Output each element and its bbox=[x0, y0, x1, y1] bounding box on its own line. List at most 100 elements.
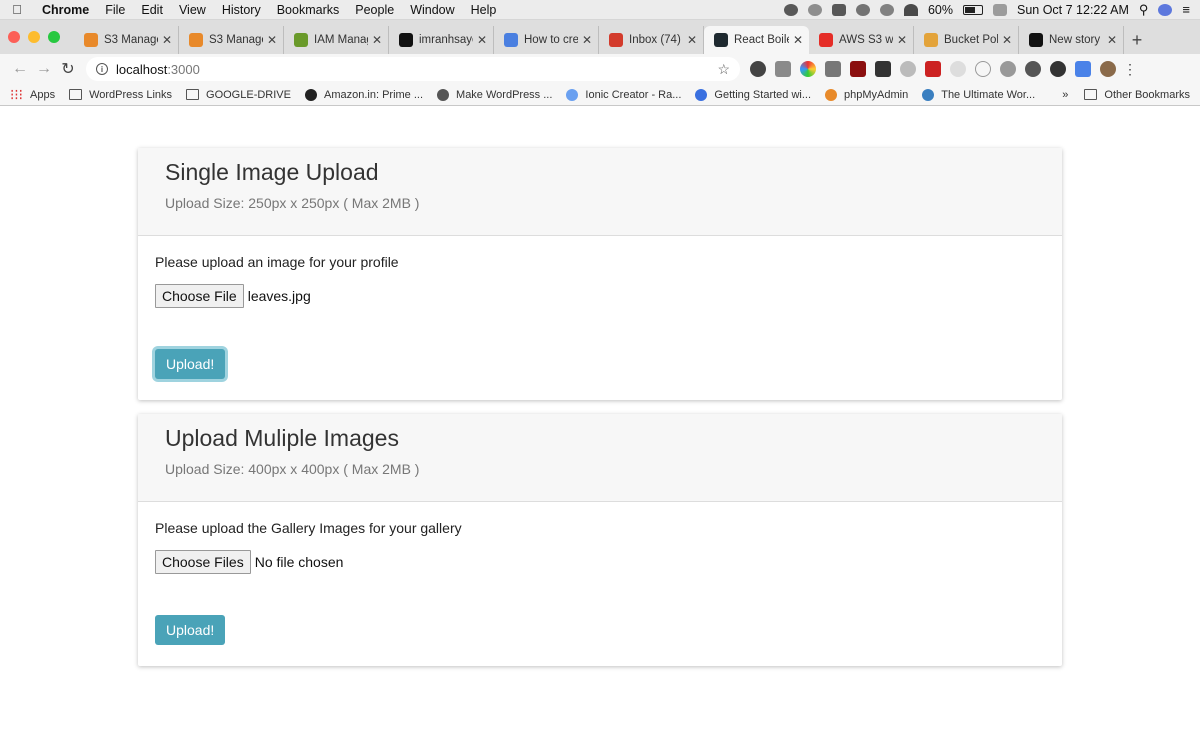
choose-file-button[interactable]: Choose File bbox=[155, 284, 244, 308]
extension-globe-icon[interactable] bbox=[1025, 61, 1041, 77]
tab-react[interactable]: React Boile ✕ bbox=[704, 26, 809, 54]
tab-label: S3 Manage bbox=[104, 34, 158, 46]
bookmark-item[interactable]: WordPress Links bbox=[69, 89, 172, 101]
other-bookmarks-label: Other Bookmarks bbox=[1104, 88, 1190, 101]
tab-aws-box[interactable]: S3 Manage ✕ bbox=[179, 26, 284, 54]
tab-label: S3 Manage bbox=[209, 34, 263, 46]
back-button[interactable]: ← bbox=[8, 57, 32, 81]
tab-close-icon[interactable]: ✕ bbox=[162, 33, 172, 47]
zoom-window-icon[interactable] bbox=[48, 31, 60, 43]
battery-icon[interactable] bbox=[963, 4, 983, 15]
tab-label: Bucket Pol bbox=[944, 34, 998, 46]
activity-icon[interactable] bbox=[855, 3, 870, 16]
tab-gmail[interactable]: Inbox (74) ✕ bbox=[599, 26, 704, 54]
new-tab-button[interactable]: + bbox=[1124, 26, 1150, 54]
tab-strip: S3 Manage ✕ S3 Manage ✕ IAM Manag ✕ imranhsaye… bbox=[0, 20, 1200, 54]
tab-medium[interactable]: New story ✕ bbox=[1019, 26, 1124, 54]
battery-fill bbox=[965, 6, 975, 13]
cloud-upload-icon[interactable] bbox=[831, 3, 846, 16]
menu-help[interactable]: Help bbox=[471, 3, 497, 17]
extension-pen-icon[interactable] bbox=[875, 61, 891, 77]
ublock-icon[interactable] bbox=[850, 61, 866, 77]
close-window-icon[interactable] bbox=[8, 31, 20, 43]
menu-history[interactable]: History bbox=[222, 3, 261, 17]
bookmark-item[interactable]: Ionic Creator - Ra... bbox=[566, 88, 681, 101]
multiple-upload-button[interactable]: Upload! bbox=[155, 615, 226, 645]
extension-colorwheel-icon[interactable] bbox=[800, 61, 816, 77]
bookmark-item[interactable]: Getting Started wi... bbox=[695, 88, 811, 101]
profile-avatar[interactable] bbox=[1100, 61, 1116, 77]
extension-refresh-icon[interactable] bbox=[1000, 61, 1016, 77]
extension-gear-icon[interactable] bbox=[750, 61, 766, 77]
bookmark-item[interactable]: The Ultimate Wor... bbox=[922, 88, 1035, 101]
bookmark-item[interactable]: Apps bbox=[10, 89, 55, 101]
tab-close-icon[interactable]: ✕ bbox=[582, 33, 592, 47]
menu-view[interactable]: View bbox=[179, 3, 206, 17]
apps-grid-icon bbox=[10, 89, 23, 100]
site-info-icon[interactable]: i bbox=[96, 63, 108, 75]
tab-close-icon[interactable]: ✕ bbox=[897, 33, 907, 47]
spotlight-search-icon[interactable]: ⚲ bbox=[1139, 2, 1149, 18]
tab-github[interactable]: imranhsaye ✕ bbox=[389, 26, 494, 54]
extension-upload-icon[interactable] bbox=[1050, 61, 1066, 77]
siri-icon[interactable] bbox=[1158, 3, 1173, 16]
tab-close-icon[interactable]: ✕ bbox=[1002, 33, 1012, 47]
wifi-icon[interactable] bbox=[903, 3, 918, 16]
clock[interactable]: Sun Oct 7 12:22 AM bbox=[1017, 3, 1129, 17]
browser-toolbar: ← → ↻ i localhost:3000 ☆ ⋮ bbox=[0, 54, 1200, 84]
skype-icon[interactable] bbox=[783, 3, 798, 16]
time-machine-icon[interactable] bbox=[879, 3, 894, 16]
bookmark-item[interactable]: phpMyAdmin bbox=[825, 88, 908, 101]
reload-button[interactable]: ↻ bbox=[56, 57, 80, 81]
tab-close-icon[interactable]: ✕ bbox=[793, 33, 803, 47]
tab-youtube[interactable]: AWS S3 wi ✕ bbox=[809, 26, 914, 54]
tab-close-icon[interactable]: ✕ bbox=[267, 33, 277, 47]
address-bar[interactable]: i localhost:3000 ☆ bbox=[86, 57, 740, 81]
forward-button[interactable]: → bbox=[32, 57, 56, 81]
bookmarks-right: » Other Bookmarks bbox=[1062, 89, 1190, 101]
minimize-window-icon[interactable] bbox=[28, 31, 40, 43]
tab-bucket[interactable]: Bucket Pol ✕ bbox=[914, 26, 1019, 54]
amazon-icon bbox=[304, 88, 317, 101]
notification-center-icon[interactable]: ≡ bbox=[1182, 2, 1190, 17]
google-translate-icon[interactable] bbox=[1075, 61, 1091, 77]
other-bookmarks[interactable]: Other Bookmarks bbox=[1084, 89, 1190, 101]
youtube-icon bbox=[819, 33, 833, 47]
menu-app-name[interactable]: Chrome bbox=[42, 3, 89, 17]
menu-window[interactable]: Window bbox=[410, 3, 454, 17]
extension-red-icon[interactable] bbox=[925, 61, 941, 77]
menu-people[interactable]: People bbox=[355, 3, 394, 17]
menu-edit[interactable]: Edit bbox=[141, 3, 163, 17]
extension-t-icon[interactable] bbox=[900, 61, 916, 77]
tab-docs[interactable]: How to cre ✕ bbox=[494, 26, 599, 54]
tab-close-icon[interactable]: ✕ bbox=[372, 33, 382, 47]
page-content: Single Image Upload Upload Size: 250px x… bbox=[0, 106, 1200, 745]
single-upload-button[interactable]: Upload! bbox=[155, 349, 226, 379]
bookmarks-overflow-button[interactable]: » bbox=[1062, 89, 1068, 101]
extension-download-icon[interactable] bbox=[775, 61, 791, 77]
cc-icon[interactable] bbox=[807, 3, 822, 16]
extension-outline-icon[interactable] bbox=[975, 61, 991, 77]
tab-label: New story bbox=[1049, 34, 1101, 46]
tab-close-icon[interactable]: ✕ bbox=[1107, 33, 1117, 47]
tab-iam-key[interactable]: IAM Manag ✕ bbox=[284, 26, 389, 54]
multiple-file-input: Choose Files No file chosen bbox=[155, 550, 1045, 574]
menu-file[interactable]: File bbox=[105, 3, 125, 17]
tab-close-icon[interactable]: ✕ bbox=[477, 33, 487, 47]
bookmark-item[interactable]: GOOGLE-DRIVE bbox=[186, 89, 291, 101]
single-file-input: Choose File leaves.jpg bbox=[155, 284, 1045, 308]
bookmark-star-icon[interactable]: ☆ bbox=[717, 61, 730, 78]
extension-camera-icon[interactable] bbox=[825, 61, 841, 77]
apple-menu-icon[interactable]:  bbox=[10, 2, 24, 17]
keyboard-icon[interactable] bbox=[993, 3, 1007, 16]
extension-circle-icon[interactable] bbox=[950, 61, 966, 77]
choose-files-button[interactable]: Choose Files bbox=[155, 550, 251, 574]
bookmark-item[interactable]: Make WordPress ... bbox=[437, 88, 552, 101]
multiple-upload-title: Upload Muliple Images bbox=[165, 425, 399, 451]
tab-aws-box[interactable]: S3 Manage ✕ bbox=[74, 26, 179, 54]
menu-bookmarks[interactable]: Bookmarks bbox=[277, 3, 340, 17]
bookmark-item[interactable]: Amazon.in: Prime ... bbox=[304, 88, 423, 101]
medium-icon bbox=[1029, 33, 1043, 47]
tab-close-icon[interactable]: ✕ bbox=[687, 33, 697, 47]
chrome-menu-icon[interactable]: ⋮ bbox=[1123, 61, 1137, 78]
